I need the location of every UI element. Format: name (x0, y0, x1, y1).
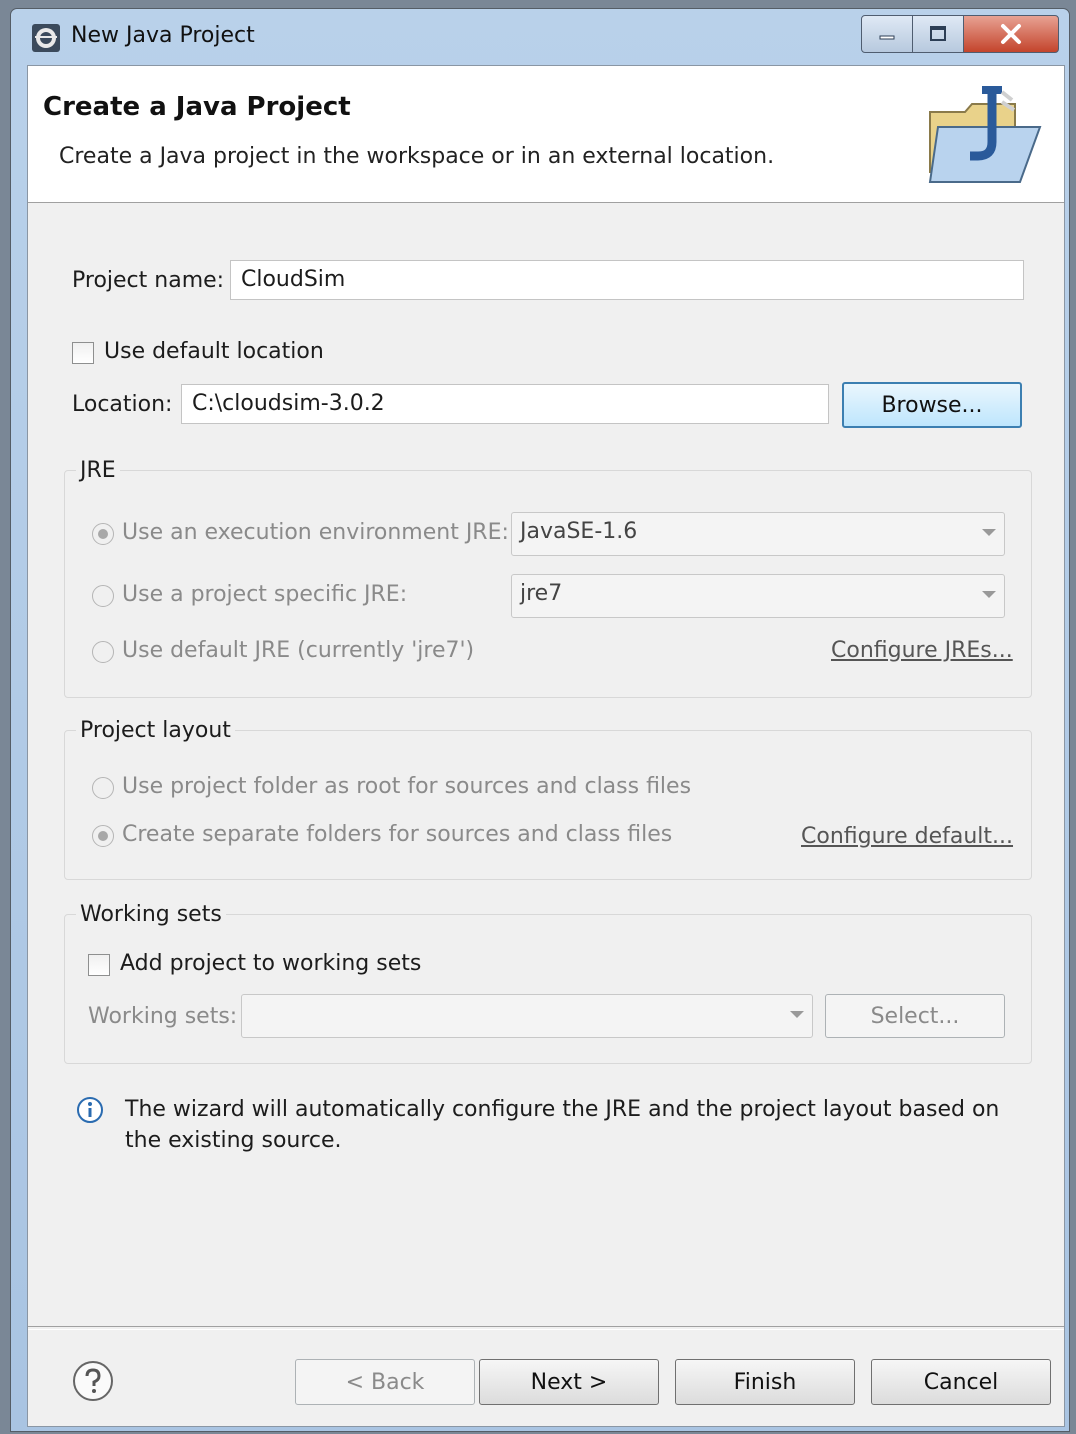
configure-jres-link[interactable]: Configure JREs... (831, 638, 1013, 663)
minimize-button[interactable] (861, 15, 913, 53)
chevron-down-icon (982, 529, 996, 536)
window-title: New Java Project (71, 23, 255, 48)
maximize-button[interactable] (912, 15, 964, 53)
cancel-button[interactable]: Cancel (871, 1359, 1051, 1405)
project-name-input[interactable]: CloudSim (230, 260, 1024, 300)
close-button[interactable] (963, 15, 1059, 53)
jre-default-radio[interactable] (92, 641, 114, 663)
close-icon (1001, 24, 1021, 44)
browse-button[interactable]: Browse... (842, 382, 1022, 428)
layout-root-label: Use project folder as root for sources a… (122, 774, 692, 799)
info-message: The wizard will automatically configure … (125, 1097, 1000, 1153)
use-default-location-label: Use default location (104, 339, 324, 364)
jre-default-label: Use default JRE (currently 'jre7') (122, 638, 475, 663)
help-icon[interactable] (72, 1360, 114, 1402)
finish-button[interactable]: Finish (675, 1359, 855, 1405)
project-layout-group-title: Project layout (76, 718, 235, 743)
maximize-icon (930, 26, 946, 41)
configure-default-link[interactable]: Configure default... (801, 824, 1013, 849)
project-specific-jre-value: jre7 (520, 581, 563, 606)
next-button[interactable]: Next > (479, 1359, 659, 1405)
minimize-icon (879, 35, 895, 40)
info-icon (77, 1097, 103, 1123)
working-sets-group (64, 914, 1032, 1064)
eclipse-app-icon (32, 24, 60, 52)
page-title: Create a Java Project (43, 92, 351, 122)
jre-exec-env-label: Use an execution environment JRE: (122, 520, 509, 545)
add-to-working-sets-label: Add project to working sets (120, 951, 422, 976)
jre-project-specific-radio[interactable] (92, 585, 114, 607)
working-sets-group-title: Working sets (76, 902, 226, 927)
project-specific-jre-select[interactable]: jre7 (511, 574, 1005, 618)
layout-separate-label: Create separate folders for sources and … (122, 822, 673, 847)
location-label: Location: (72, 392, 173, 417)
add-to-working-sets-checkbox[interactable] (88, 954, 110, 976)
layout-root-radio[interactable] (92, 777, 114, 799)
project-name-label: Project name: (72, 268, 225, 293)
page-description: Create a Java project in the workspace o… (59, 144, 775, 169)
project-layout-group (64, 730, 1032, 880)
use-default-location-checkbox[interactable] (72, 342, 94, 364)
java-folder-icon (928, 86, 1042, 183)
working-sets-select[interactable] (241, 994, 813, 1038)
exec-env-select[interactable]: JavaSE-1.6 (511, 512, 1005, 556)
chevron-down-icon (982, 591, 996, 598)
back-button[interactable]: < Back (295, 1359, 475, 1405)
dialog-window: New Java Project Create a Java Project C… (10, 8, 1070, 1432)
dialog-client: Create a Java Project Create a Java proj… (27, 65, 1065, 1427)
jre-group-title: JRE (76, 458, 120, 483)
location-input[interactable]: C:\cloudsim-3.0.2 (181, 384, 829, 424)
wizard-banner: Create a Java Project Create a Java proj… (28, 66, 1064, 203)
layout-separate-radio[interactable] (92, 825, 114, 847)
working-sets-label: Working sets: (88, 1004, 238, 1029)
footer-separator (28, 1326, 1064, 1330)
jre-project-specific-label: Use a project specific JRE: (122, 582, 408, 607)
jre-exec-env-radio[interactable] (92, 523, 114, 545)
chevron-down-icon (790, 1011, 804, 1018)
select-working-sets-button[interactable]: Select... (825, 994, 1005, 1038)
exec-env-value: JavaSE-1.6 (520, 519, 638, 544)
